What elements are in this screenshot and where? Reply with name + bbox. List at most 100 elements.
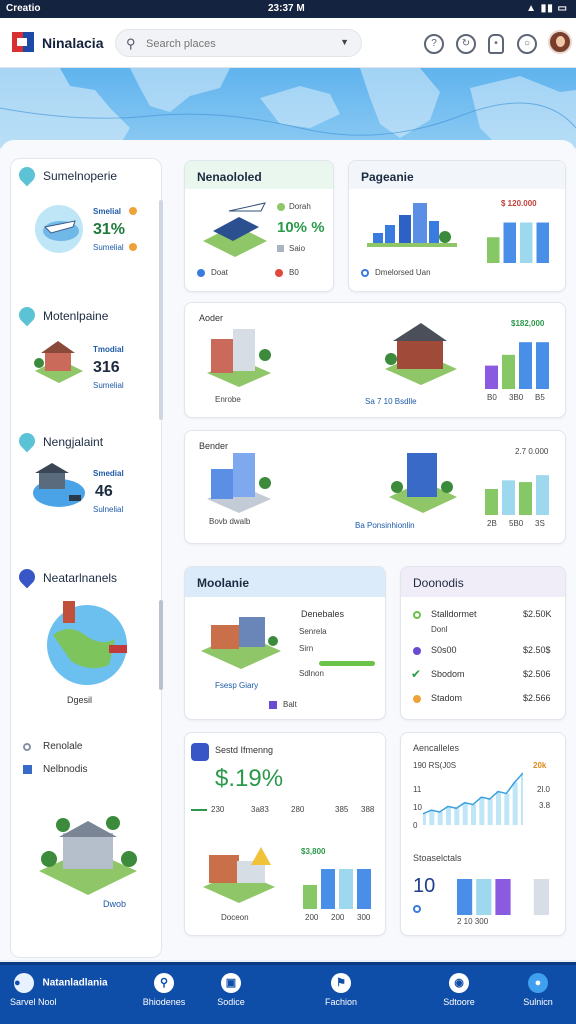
history-icon[interactable]: ↻ [456,34,476,54]
card-donodis[interactable]: Doonodis Stalldormet $2.50K Donl S0s00 $… [400,566,566,720]
search-icon: ⚲ [154,973,174,993]
search-input[interactable] [146,35,326,53]
chart-bar [502,480,515,515]
row-value: $2.50$ [523,645,551,655]
y-axis-label: 11 [413,785,422,794]
nav-label: Sulnicn [523,997,553,1007]
row-value: $2.50K [523,609,552,619]
row-name[interactable]: Sbodom [431,669,465,679]
card-aoder[interactable]: Aoder Enrobe Sa 7 10 Bsdlle $182,000 B0 … [184,302,566,418]
nav-item-photos[interactable]: ▣ Sodice [208,973,254,1007]
chat-icon[interactable]: ○ [517,34,537,54]
scrollbar-thumb[interactable] [159,600,163,690]
sidebar-section-title[interactable]: Nengjalaint [43,435,103,449]
search-icon: ⚲ [126,36,136,51]
chart-column [429,810,435,825]
chart-bar [519,482,532,515]
chart-column [471,804,476,825]
chart-value-label: $ 120.000 [501,199,537,208]
chart-bar [536,342,549,389]
harbor-illustration [33,463,85,507]
card-label: Aoder [199,313,224,323]
location-pin-icon [15,163,39,187]
sidebar-link[interactable]: Renolale [43,741,82,752]
card-caption: Sa 7 10 Bsdlle [365,397,417,406]
row-value: $2.566 [523,693,551,703]
chart-bar [339,869,353,909]
row-value: $2.506 [523,669,551,679]
street-illustration [201,617,281,669]
sidebar-section-title[interactable]: Motenlpaine [43,309,108,323]
checkbox-icon[interactable] [23,765,32,774]
card-growth[interactable]: Sestd Ifmenng $.19% 230 3a83 280 385 388… [184,732,386,936]
nav-sublabel: Natanladlania [42,977,108,989]
button-icon [269,701,277,709]
chart-column [512,782,518,825]
stats-bar-chart [457,879,549,915]
nav-item-camera[interactable]: ◉ Sdtoore [436,973,482,1007]
list-item[interactable]: Denebales [301,609,344,619]
axis-label: 3a83 [251,805,269,814]
card-activity[interactable]: Aencalleles 190 RS(J0S 20k 11 10 0 2l.0 … [400,732,566,936]
lock-icon[interactable]: • [488,34,504,54]
sidebar-link[interactable]: Nelbnodis [43,764,87,775]
stats-title: Stoaselctals [413,853,462,863]
axis-label: 280 [291,805,305,814]
app-logo-icon [12,32,34,52]
city-skyline-illustration [367,203,457,247]
row-name[interactable]: S0s00 [431,645,457,655]
y-axis-label: 10 [413,803,422,812]
carrier-label: Creatio [6,3,41,14]
house-illustration [34,341,83,383]
search-bar[interactable]: ⚲ ▼ [115,29,362,57]
card-button[interactable]: Balt [283,700,297,709]
line-value: 20k [533,761,547,770]
list-item[interactable]: Sdlnon [299,669,324,678]
row-name[interactable]: Stalldormet [431,609,477,619]
card-bender[interactable]: Bender Bovb dwalb Ba Ponsinhionlin 2.7 0… [184,430,566,544]
nav-item-search[interactable]: ⚲ Bhiodenes [138,973,190,1007]
chart-value-label: $3,800 [301,847,326,856]
row-sub: Donl [431,625,448,634]
row-name[interactable]: Stadom [431,693,462,703]
stat-label: Tmodial [93,345,124,354]
nav-item-flag[interactable]: ⚑ Fachion [318,973,364,1007]
shop-illustration [203,847,275,903]
legend-dot [197,269,205,277]
building-caption: Dwob [103,899,127,909]
status-icons: ▲ ▮▮ ▭ [526,3,568,14]
card-value: $.19% [215,765,284,792]
chevron-down-icon[interactable]: ▼ [340,37,349,47]
avatar[interactable] [548,30,572,54]
card-neneloled[interactable]: Nenaololed Dorah 10% % Saio Doat B0 [184,160,334,292]
nearby-title[interactable]: Neatarlnanels [43,571,117,585]
check-icon: ✔ [411,667,422,681]
chart-bar [533,879,549,915]
growth-bar-chart [303,869,371,909]
stat-label: Smedial [93,469,124,478]
card-pageanie[interactable]: Pageanie $ 120.000 Dmelorsed Uan [348,160,566,292]
card-caption: Bovb dwalb [209,517,251,526]
list-item[interactable]: Senrela [299,627,327,636]
stat-sublabel: Sumelial [93,243,124,252]
card-moolanie[interactable]: Moolanie Fsesp Giary Denebales Senrela S… [184,566,386,720]
card-title: Moolanie [197,576,250,590]
legend-label: Doat [211,268,228,277]
help-icon[interactable]: ? [424,34,444,54]
radio-icon[interactable] [23,743,31,751]
nav-label: Sarvel Nool [10,997,57,1007]
status-bar: Creatio 23:37 M ▲ ▮▮ ▭ [0,0,576,18]
scrollbar[interactable] [159,200,163,420]
list-item[interactable]: Sirn [299,644,313,653]
location-pin-icon [15,303,39,327]
pageanie-bar-chart [487,222,549,263]
legend-label: Dorah [289,202,311,211]
sidebar-section-title[interactable]: Sumelnoperie [43,169,117,183]
legend-dot [277,203,285,211]
chart-bar [503,222,516,263]
nav-item-map[interactable]: ● Natanladlania Sarvel Nool [10,973,110,1007]
nav-item-notifications[interactable]: ● Sulnicn [512,973,564,1007]
axis-label: 3S [535,519,545,528]
progress-bar [319,661,375,666]
chart-bar [303,885,317,909]
